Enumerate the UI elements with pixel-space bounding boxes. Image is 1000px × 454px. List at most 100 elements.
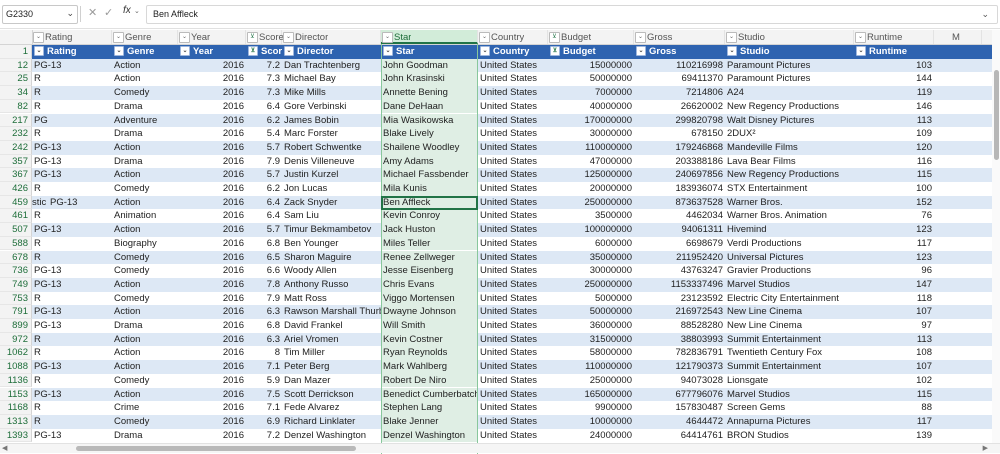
cell-studio[interactable]: New Line Cinema [725,305,854,319]
cell-director[interactable]: Matt Ross [282,292,381,306]
cell-budget[interactable]: 250000000 [548,278,634,292]
cell-country[interactable]: United States [478,264,548,278]
header-cell-score[interactable]: ⊻Score [246,45,282,59]
cell-budget[interactable]: 7000000 [548,86,634,100]
cell-score[interactable]: 8 [246,346,282,360]
cell-star[interactable]: Dane DeHaan [381,99,478,114]
cell-gross[interactable]: 299820798 [634,114,725,128]
header-cell-budget[interactable]: ⊻ Budget [548,45,634,59]
cell-year[interactable]: 2016 [178,196,246,210]
column-header-studio[interactable]: ⌄ Studio [725,30,854,44]
filter-active-icon[interactable]: ⊻ [550,46,560,57]
cell-genre[interactable]: Action [112,333,178,347]
cell-score[interactable]: 5.9 [246,374,282,388]
cell-rating[interactable]: R [32,100,112,114]
cancel-icon[interactable]: ✕ [88,6,97,19]
cell-gross[interactable]: 7214806 [634,86,725,100]
cell-budget[interactable]: 24000000 [548,429,634,443]
filter-dropdown-icon[interactable]: ⌄ [479,32,490,43]
cell-runtime[interactable]: 116 [854,155,934,169]
cell-rating[interactable]: PG-13 [32,264,112,278]
cell-director[interactable]: Denis Villeneuve [282,155,381,169]
cell-score[interactable]: 6.4 [246,209,282,223]
cell-genre[interactable]: Comedy [112,251,178,265]
cell-genre[interactable]: Biography [112,237,178,251]
cell-star[interactable]: Mila Kunis [381,182,478,196]
header-cell-gross[interactable]: ⌄ Gross [634,45,725,59]
row-number[interactable]: 25 [0,72,32,87]
cell-year[interactable]: 2016 [178,429,246,443]
cell-studio[interactable]: 2DUX² [725,127,854,141]
cell-country[interactable]: United States [478,429,548,443]
column-header-director[interactable]: ⌄ Director [282,30,381,44]
cell-gross[interactable]: 157830487 [634,401,725,415]
cell-genre[interactable]: Action [112,141,178,155]
cell-rating[interactable]: PG-13 [32,360,112,374]
cell-year[interactable]: 2016 [178,374,246,388]
cell-studio[interactable]: Summit Entertainment [725,333,854,347]
cell-runtime[interactable]: 117 [854,237,934,251]
cell-runtime[interactable]: 117 [854,415,934,429]
cell-director[interactable]: Ariel Vromen [282,333,381,347]
cell-gross[interactable]: 69411370 [634,72,725,86]
cell-genre[interactable]: Comedy [112,292,178,306]
cell-country[interactable]: United States [478,319,548,333]
cell-gross[interactable]: 782836791 [634,346,725,360]
filter-dropdown-icon[interactable]: ⌄ [635,32,646,43]
cell-budget[interactable]: 10000000 [548,415,634,429]
cell-studio[interactable]: Twentieth Century Fox [725,346,854,360]
cell-runtime[interactable]: 113 [854,333,934,347]
cell-budget[interactable]: 170000000 [548,114,634,128]
cell-director[interactable]: Mike Mills [282,86,381,100]
cell-runtime[interactable]: 88 [854,401,934,415]
filter-dropdown-icon[interactable]: ⌄ [726,32,737,43]
cell-director[interactable]: Zack Snyder [282,196,381,210]
cell-director[interactable]: Denzel Washington [282,429,381,443]
cell-budget[interactable]: 35000000 [548,251,634,265]
cell-director[interactable]: Rawson Marshall Thurber [282,305,381,319]
cell-runtime[interactable]: 120 [854,141,934,155]
cell-gross[interactable]: 6698679 [634,237,725,251]
column-header-star[interactable]: ⌄ Star [381,30,478,44]
column-header-genre[interactable]: ⌄ Genre [112,30,178,44]
cell-score[interactable]: 5.4 [246,127,282,141]
cell-star[interactable]: Michael Fassbender [381,168,478,182]
cell-budget[interactable]: 40000000 [548,100,634,114]
cell-year[interactable]: 2016 [178,346,246,360]
cell-studio[interactable]: Gravier Productions [725,264,854,278]
cell-runtime[interactable]: 100 [854,182,934,196]
cell-rating[interactable]: R [32,333,112,347]
cell-studio[interactable]: Electric City Entertainment [725,292,854,306]
filter-dropdown-icon[interactable]: ⌄ [179,32,190,43]
cell-country[interactable]: United States [478,237,548,251]
confirm-icon[interactable]: ✓ [104,6,113,19]
cell-budget[interactable]: 50000000 [548,305,634,319]
cell-score[interactable]: 6.2 [246,182,282,196]
cell-rating[interactable]: PG-13 [32,223,112,237]
cell-genre[interactable]: Action [112,72,178,86]
cell-genre[interactable]: Action [112,346,178,360]
cell-score[interactable]: 6.3 [246,333,282,347]
row-number[interactable]: 217 [0,113,32,128]
row-number[interactable]: 507 [0,223,32,237]
row-number[interactable]: 1136 [0,373,32,388]
cell-genre[interactable]: Drama [112,127,178,141]
cell-rating[interactable]: R [32,292,112,306]
cell-star[interactable]: Stephen Lang [381,401,478,415]
cell-genre[interactable]: Action [112,223,178,237]
cell-score[interactable]: 7.1 [246,401,282,415]
cell-country[interactable]: United States [478,100,548,114]
header-cell-studio[interactable]: ⌄ Studio [725,45,854,59]
cell-score[interactable]: 6.2 [246,114,282,128]
cell-gross[interactable]: 88528280 [634,319,725,333]
cell-studio[interactable]: New Regency Productions [725,100,854,114]
cell-country[interactable]: United States [478,292,548,306]
header-cell-runtime[interactable]: ⌄ Runtime [854,45,934,59]
cell-year[interactable]: 2016 [178,237,246,251]
cell-gross[interactable]: 240697856 [634,168,725,182]
cell-score[interactable]: 5.7 [246,223,282,237]
filter-dropdown-icon[interactable]: ⌄ [856,46,866,57]
name-box[interactable]: G2330 ⌄ [2,5,78,24]
cell-runtime[interactable]: 123 [854,223,934,237]
row-number[interactable]: 972 [0,332,32,347]
